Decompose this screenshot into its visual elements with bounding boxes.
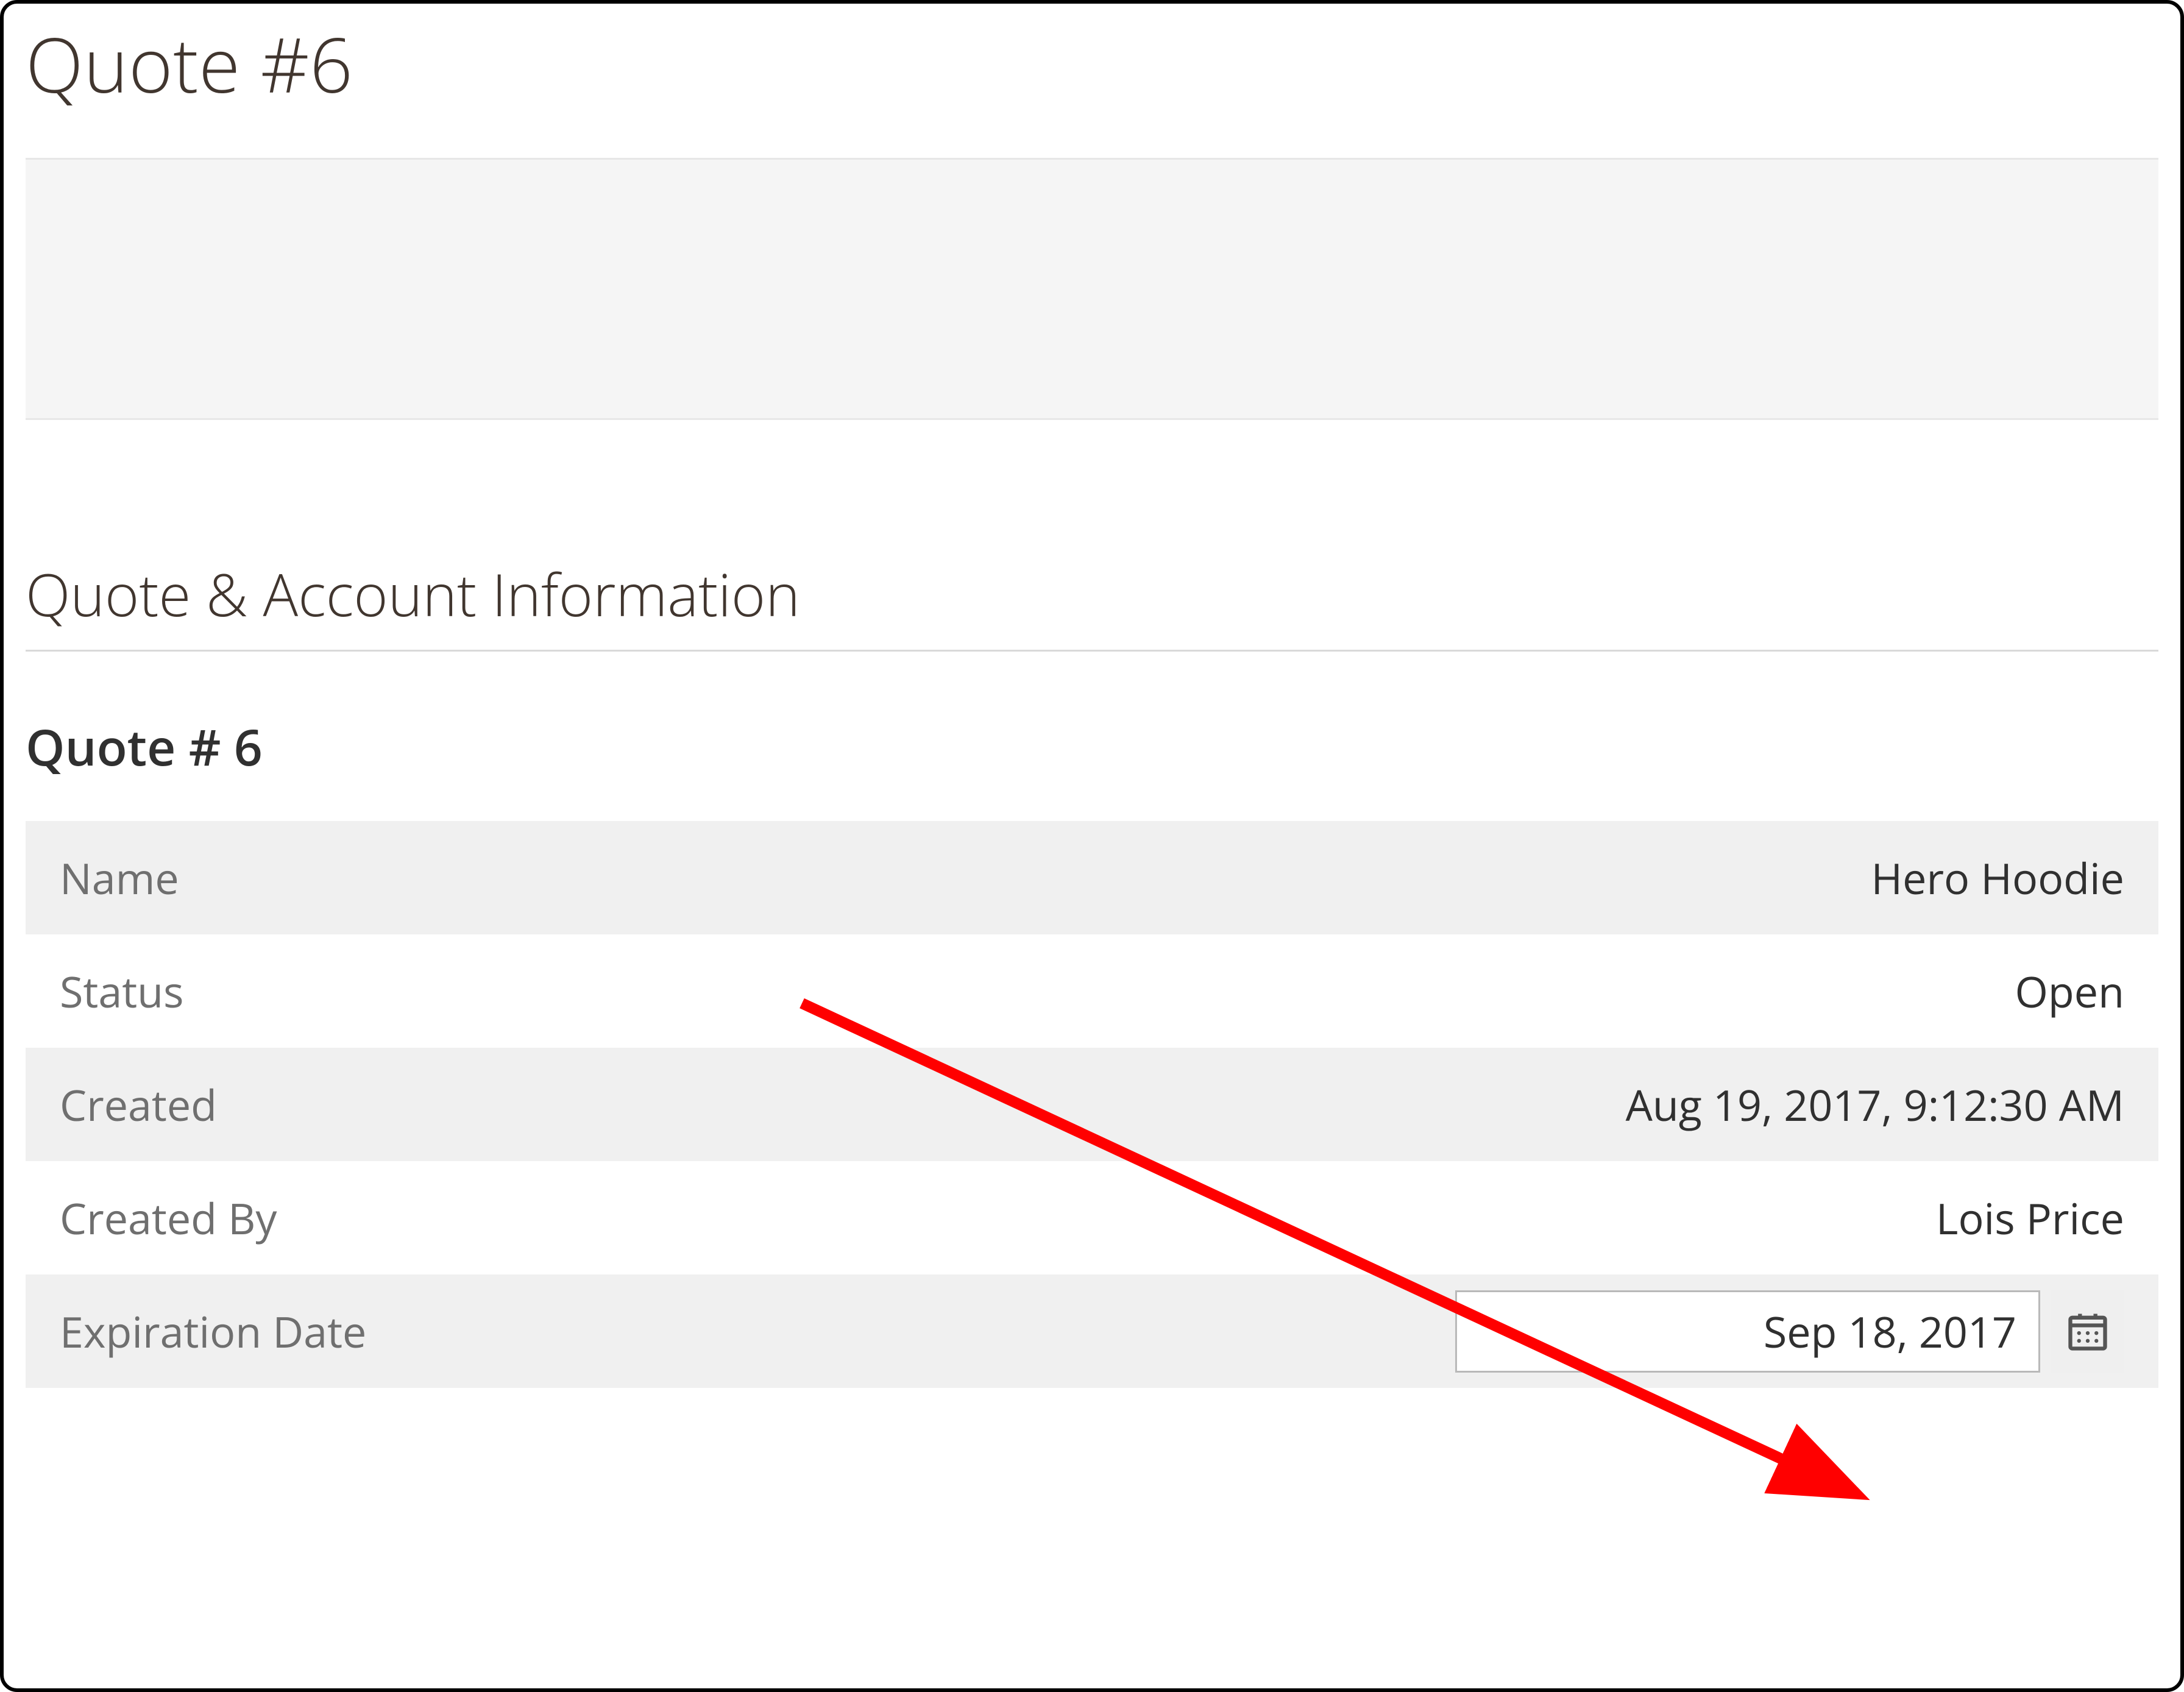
- quote-info-table: Name Hero Hoodie Status Open Created Aug…: [26, 821, 2158, 1388]
- window-frame: Quote #6 Quote & Account Information Quo…: [0, 0, 2184, 1692]
- row-expiration-date: Expiration Date: [26, 1274, 2158, 1388]
- expiration-date-cell: [1455, 1290, 2124, 1373]
- section-subheading: Quote # 6: [26, 713, 2158, 781]
- content-pane: Quote #6 Quote & Account Information Quo…: [4, 4, 2180, 1688]
- row-name: Name Hero Hoodie: [26, 821, 2158, 934]
- row-created-by: Created By Lois Price: [26, 1161, 2158, 1274]
- label-name: Name: [60, 848, 179, 907]
- section-heading: Quote & Account Information: [26, 554, 2158, 652]
- row-status: Status Open: [26, 934, 2158, 1048]
- label-created-by: Created By: [60, 1189, 277, 1247]
- empty-banner: [26, 158, 2158, 420]
- label-created: Created: [60, 1075, 217, 1134]
- label-expiration-date: Expiration Date: [60, 1302, 366, 1360]
- value-created-by: Lois Price: [1936, 1189, 2124, 1247]
- calendar-icon: [2065, 1308, 2111, 1354]
- value-name: Hero Hoodie: [1871, 848, 2124, 907]
- page-title: Quote #6: [26, 12, 2158, 115]
- value-status: Open: [2015, 962, 2124, 1020]
- expiration-date-input[interactable]: [1455, 1290, 2040, 1373]
- calendar-button[interactable]: [2051, 1290, 2124, 1373]
- label-status: Status: [60, 962, 183, 1020]
- row-created: Created Aug 19, 2017, 9:12:30 AM: [26, 1048, 2158, 1161]
- value-created: Aug 19, 2017, 9:12:30 AM: [1626, 1075, 2124, 1134]
